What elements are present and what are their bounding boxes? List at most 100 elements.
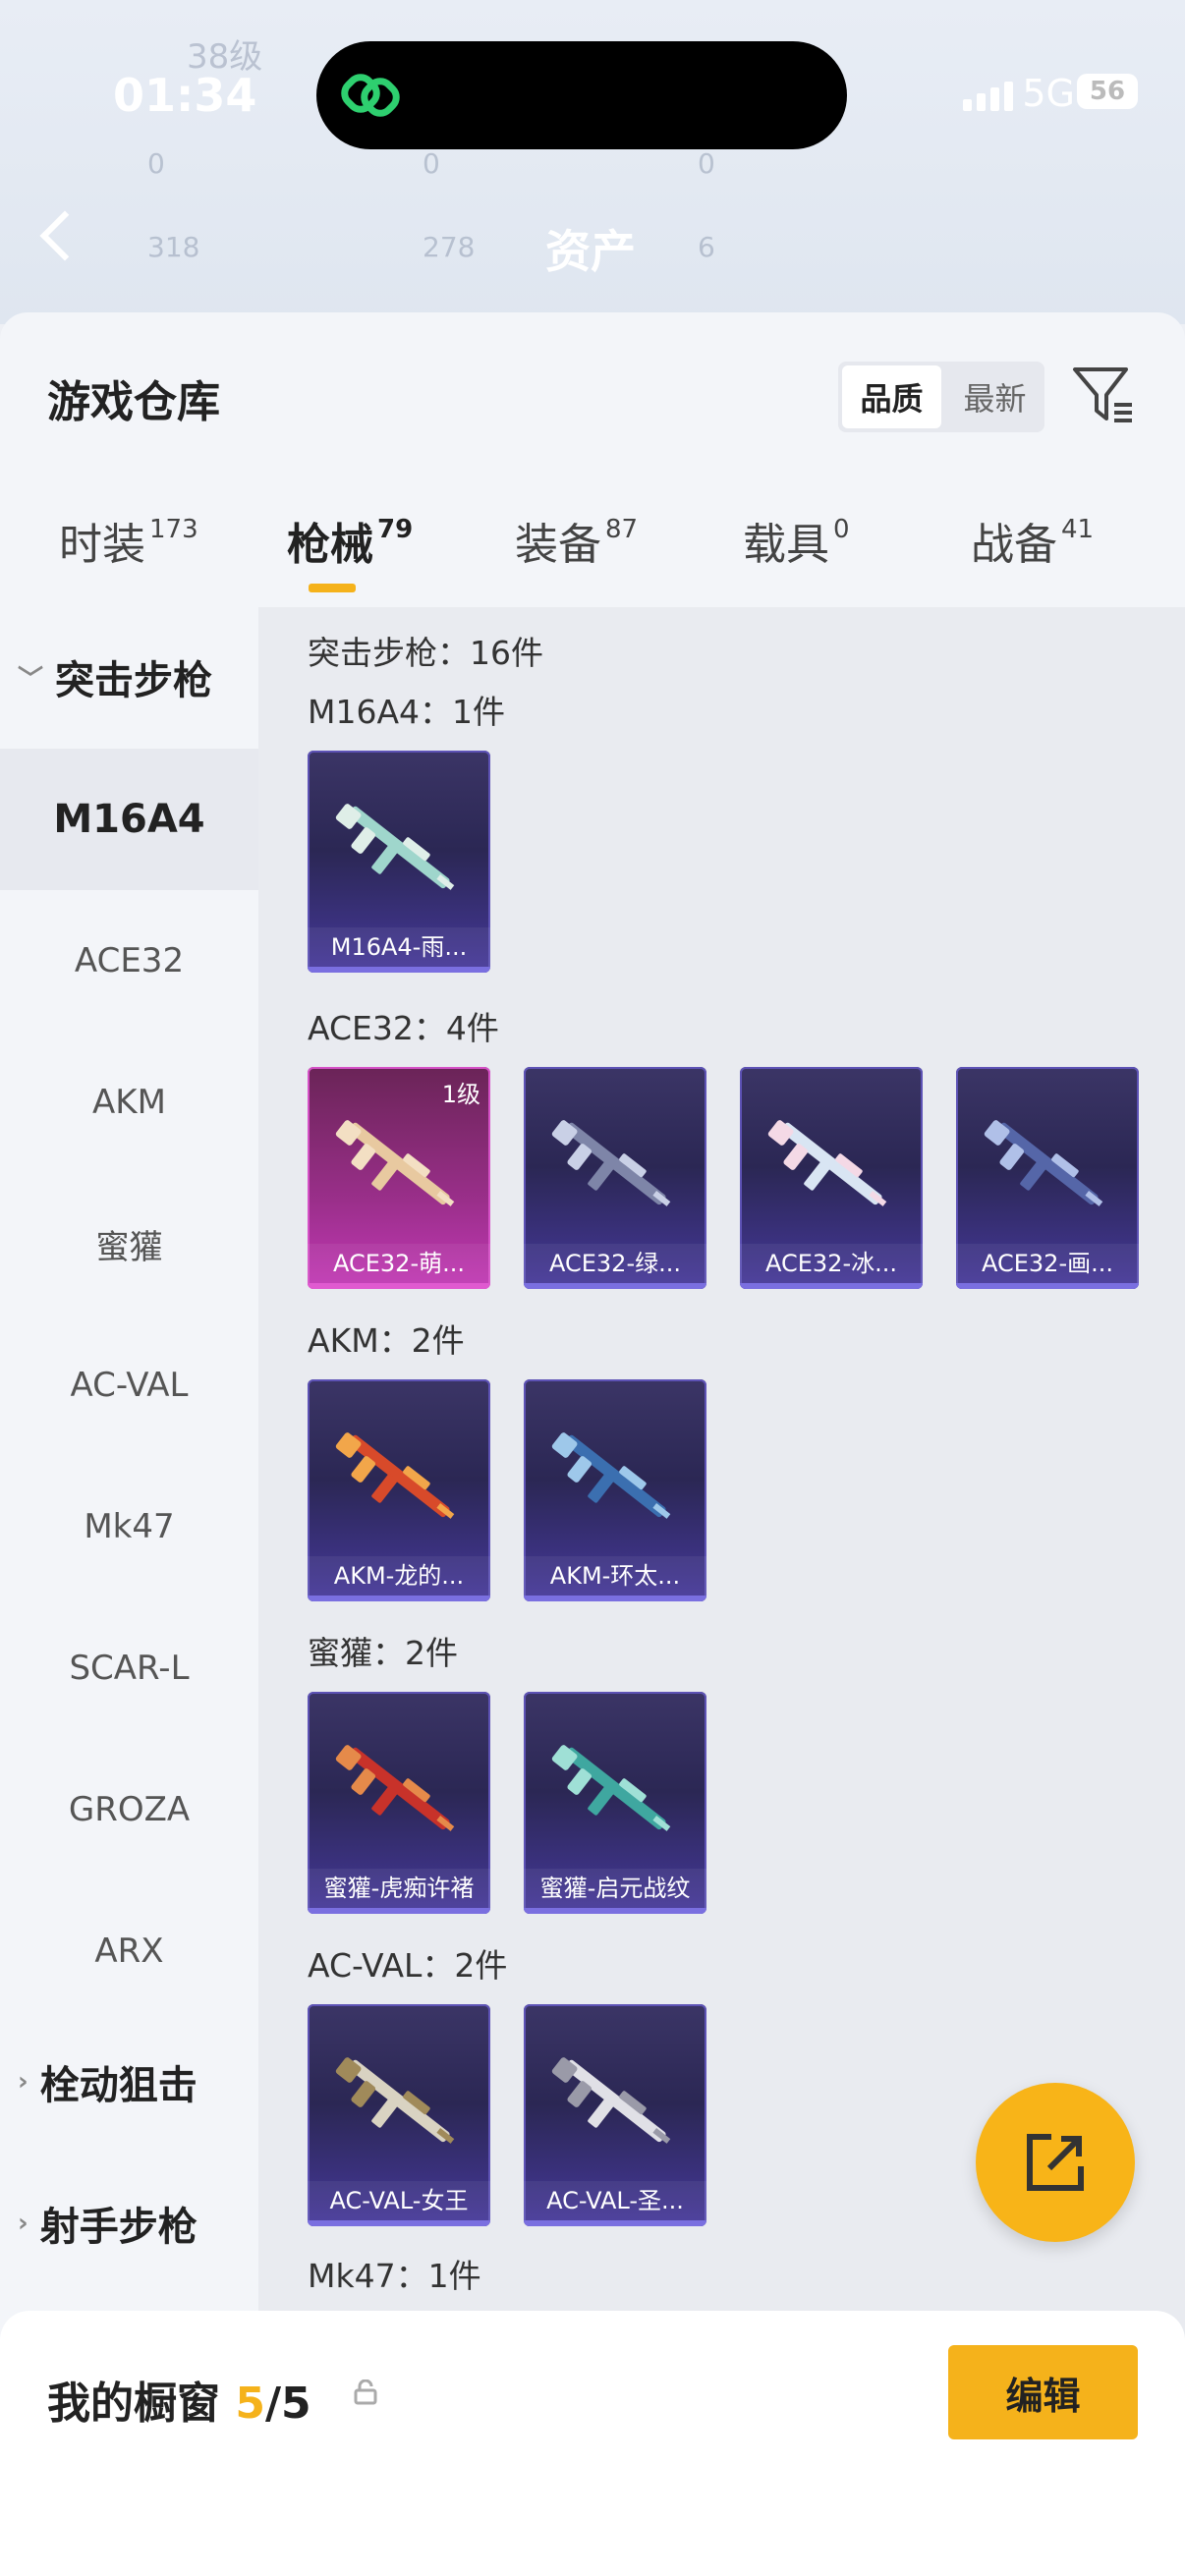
sidebar-group-marksman-rifle[interactable]: › 射手步枪 [18, 2195, 198, 2252]
sidebar-item-mk47[interactable]: Mk47 [0, 1456, 258, 1597]
section-header: Mk47：1件 [308, 2257, 481, 2295]
weapon-card[interactable]: ACE32-冰... [740, 1067, 923, 1289]
weapon-image [335, 1120, 455, 1206]
tab-equipment[interactable]: 装备 87 [515, 509, 638, 572]
weapon-card[interactable]: 蜜獾-虎痴许褚 [308, 1692, 490, 1914]
weapon-card[interactable]: ACE32-绿... [524, 1067, 706, 1289]
page-title: 资产 [545, 225, 636, 278]
sidebar-item-scar-l[interactable]: SCAR-L [0, 1597, 258, 1739]
share-button[interactable] [976, 2083, 1135, 2242]
sidebar-group-bolt-sniper[interactable]: › 栓动狙击 [18, 2053, 198, 2110]
weapon-name: ACE32-冰... [740, 1244, 923, 1283]
rarity-bar [308, 1283, 490, 1289]
stat-text: 278 [423, 231, 476, 263]
lock-icon [354, 2380, 377, 2405]
weapon-image [335, 1432, 455, 1519]
weapon-name: AKM-龙的... [308, 1556, 490, 1596]
stat-text: 0 [423, 147, 440, 180]
sidebar-item-ace32[interactable]: ACE32 [0, 890, 258, 1032]
rarity-bar [524, 1596, 706, 1601]
section-header: ACE32：4件 [308, 1009, 499, 1047]
active-tab-indicator [309, 584, 356, 592]
sidebar-item-honey-badger[interactable]: 蜜獾 [0, 1173, 258, 1315]
section-header: 蜜獾：2件 [308, 1634, 458, 1672]
network-type: 5G [1022, 72, 1075, 115]
weapon-card[interactable]: AC-VAL-圣... [524, 2004, 706, 2226]
rarity-bar [740, 1283, 923, 1289]
sidebar-item-akm[interactable]: AKM [0, 1032, 258, 1173]
weapon-image [551, 1432, 671, 1519]
weapon-image [767, 1120, 887, 1206]
tab-vehicles[interactable]: 载具 0 [743, 509, 850, 572]
weapon-card[interactable]: 蜜獾-启元战纹 [524, 1692, 706, 1914]
sidebar-group-assault-rifle[interactable]: ﹀ 突击步枪 [18, 648, 212, 705]
weapon-image [984, 1120, 1103, 1206]
sort-toggle: 品质 最新 [838, 362, 1044, 432]
rarity-bar [524, 1908, 706, 1914]
tab-supplies[interactable]: 战备 41 [971, 509, 1094, 572]
tab-firearms[interactable]: 枪械 79 [287, 509, 413, 592]
weapon-name: ACE32-绿... [524, 1244, 706, 1283]
weapon-name: AKM-环太... [524, 1556, 706, 1596]
weapon-card[interactable]: ACE32-画... [956, 1067, 1139, 1289]
weapon-card[interactable]: AKM-龙的... [308, 1379, 490, 1601]
stat-text: 0 [147, 147, 165, 180]
weapon-sidebar: ﹀ 突击步枪 M16A4 ACE32 AKM 蜜獾 AC-VAL Mk47 SCA… [0, 607, 258, 2484]
stat-text: 6 [698, 231, 715, 263]
weapon-card[interactable]: AKM-环太... [524, 1379, 706, 1601]
warehouse-sheet: 游戏仓库 品质 最新 时装 173 枪械 79 装备 87 载具 0 战备 41 ﹀ 突击步… [0, 312, 1185, 2576]
weapon-name: ACE32-画... [956, 1244, 1139, 1283]
share-icon [1027, 2134, 1084, 2191]
dynamic-island [316, 41, 847, 149]
sidebar-item-arx[interactable]: ARX [0, 1880, 258, 2022]
sheet-title: 游戏仓库 [47, 377, 220, 427]
weapon-name: M16A4-雨... [308, 927, 490, 967]
edit-button[interactable]: 编辑 [948, 2345, 1138, 2439]
link-icon [341, 74, 400, 117]
sidebar-item-ac-val[interactable]: AC-VAL [0, 1315, 258, 1456]
section-header: M16A4：1件 [308, 693, 506, 731]
weapon-name: AC-VAL-女王 [308, 2181, 490, 2220]
showcase-bar: 我的橱窗 5/5 编辑 [0, 2311, 1185, 2576]
rarity-bar [524, 1283, 706, 1289]
showcase-label: 我的橱窗 5/5 [47, 2379, 311, 2429]
category-tabs: 时装 173 枪械 79 装备 87 载具 0 战备 41 [0, 509, 1185, 607]
sidebar-item-groza[interactable]: GROZA [0, 1739, 258, 1880]
section-header: AKM：2件 [308, 1321, 465, 1360]
section-header: AC-VAL：2件 [308, 1946, 508, 1985]
weapon-card[interactable]: M16A4-雨... [308, 751, 490, 973]
weapon-name: 蜜獾-虎痴许褚 [308, 1869, 490, 1908]
rarity-bar [524, 2220, 706, 2226]
status-time: 01:34 [113, 69, 257, 122]
stat-text: 318 [147, 231, 200, 263]
weapon-name: 蜜獾-启元战纹 [524, 1869, 706, 1908]
stat-text: 0 [698, 147, 715, 180]
sidebar-item-m16a4[interactable]: M16A4 [0, 749, 258, 890]
signal-icon [963, 82, 1013, 111]
filter-icon[interactable] [1071, 362, 1136, 426]
chevron-down-icon: ﹀ [18, 664, 44, 695]
rarity-bar [308, 1908, 490, 1914]
weapon-name: ACE32-萌... [308, 1244, 490, 1283]
category-summary: 突击步枪：16件 [308, 634, 543, 672]
weapon-image [551, 2057, 671, 2144]
battery-icon: 56 [1077, 74, 1138, 109]
weapon-image [335, 804, 455, 890]
back-arrow-icon[interactable] [39, 210, 90, 261]
rarity-bar [308, 2220, 490, 2226]
weapon-image [335, 2057, 455, 2144]
weapon-image [551, 1120, 671, 1206]
sort-latest-button[interactable]: 最新 [945, 362, 1044, 432]
sort-quality-button[interactable]: 品质 [842, 365, 941, 428]
weapon-card[interactable]: 1级 ACE32-萌... [308, 1067, 490, 1289]
tab-fashion[interactable]: 时装 173 [59, 509, 198, 572]
rarity-bar [308, 1596, 490, 1601]
weapon-name: AC-VAL-圣... [524, 2181, 706, 2220]
rarity-bar [956, 1283, 1139, 1289]
weapon-card[interactable]: AC-VAL-女王 [308, 2004, 490, 2226]
weapon-image [335, 1745, 455, 1831]
level-badge: 1级 [441, 1081, 480, 1108]
chevron-right-icon: › [18, 2209, 28, 2238]
chevron-right-icon: › [18, 2067, 28, 2097]
rarity-bar [308, 967, 490, 973]
